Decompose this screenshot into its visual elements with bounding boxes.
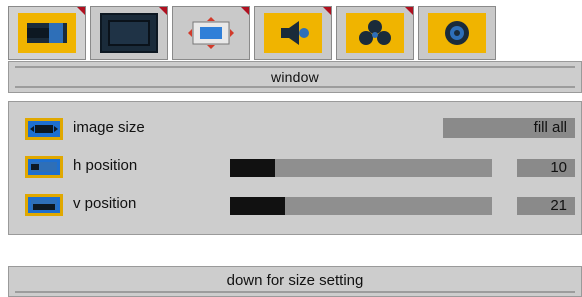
divider (15, 291, 575, 293)
monitor-icon (100, 13, 158, 53)
tab-monitor[interactable] (90, 6, 168, 60)
menu-title-bar: window (8, 61, 582, 93)
tab-corner-marker (77, 7, 85, 15)
tab-tuning[interactable] (418, 6, 496, 60)
divider (15, 66, 575, 68)
h-position-slider[interactable] (230, 159, 492, 177)
h-position-label: h position (73, 157, 138, 174)
tab-corner-marker (405, 7, 413, 15)
v-position-value: 21 (517, 197, 575, 215)
settings-panel: image size fill all h position 10 v posi… (8, 101, 582, 235)
v-position-slider-fill (230, 197, 286, 215)
image-size-label: image size (73, 119, 145, 136)
tab-color[interactable] (336, 6, 414, 60)
tab-strip (8, 6, 504, 61)
tab-corner-marker (159, 7, 167, 15)
h-position-value: 10 (517, 159, 575, 177)
position-adjust-icon (182, 13, 240, 53)
setting-row-h-position[interactable]: h position 10 (9, 154, 582, 178)
menu-title: window (271, 69, 319, 85)
hint-bar: down for size setting (8, 266, 582, 297)
v-position-slider[interactable] (230, 197, 492, 215)
tab-corner-marker (323, 7, 331, 15)
tab-position[interactable] (172, 6, 250, 60)
speaker-icon (264, 13, 322, 53)
h-position-slider-fill (230, 159, 275, 177)
setting-row-image-size[interactable]: image size fill all (9, 116, 582, 140)
aspect-ratio-icon (18, 13, 76, 53)
v-position-label: v position (73, 195, 137, 212)
tab-corner-marker (241, 7, 249, 15)
tuning-icon (428, 13, 486, 53)
setting-row-v-position[interactable]: v position 21 (9, 192, 582, 216)
tab-window[interactable] (8, 6, 86, 60)
divider (15, 86, 575, 88)
color-icon (346, 13, 404, 53)
image-size-value[interactable]: fill all (443, 118, 575, 138)
h-position-icon (25, 156, 63, 178)
hint-text: down for size setting (226, 272, 364, 289)
tab-audio[interactable] (254, 6, 332, 60)
image-size-icon (25, 118, 63, 140)
v-position-icon (25, 194, 63, 216)
